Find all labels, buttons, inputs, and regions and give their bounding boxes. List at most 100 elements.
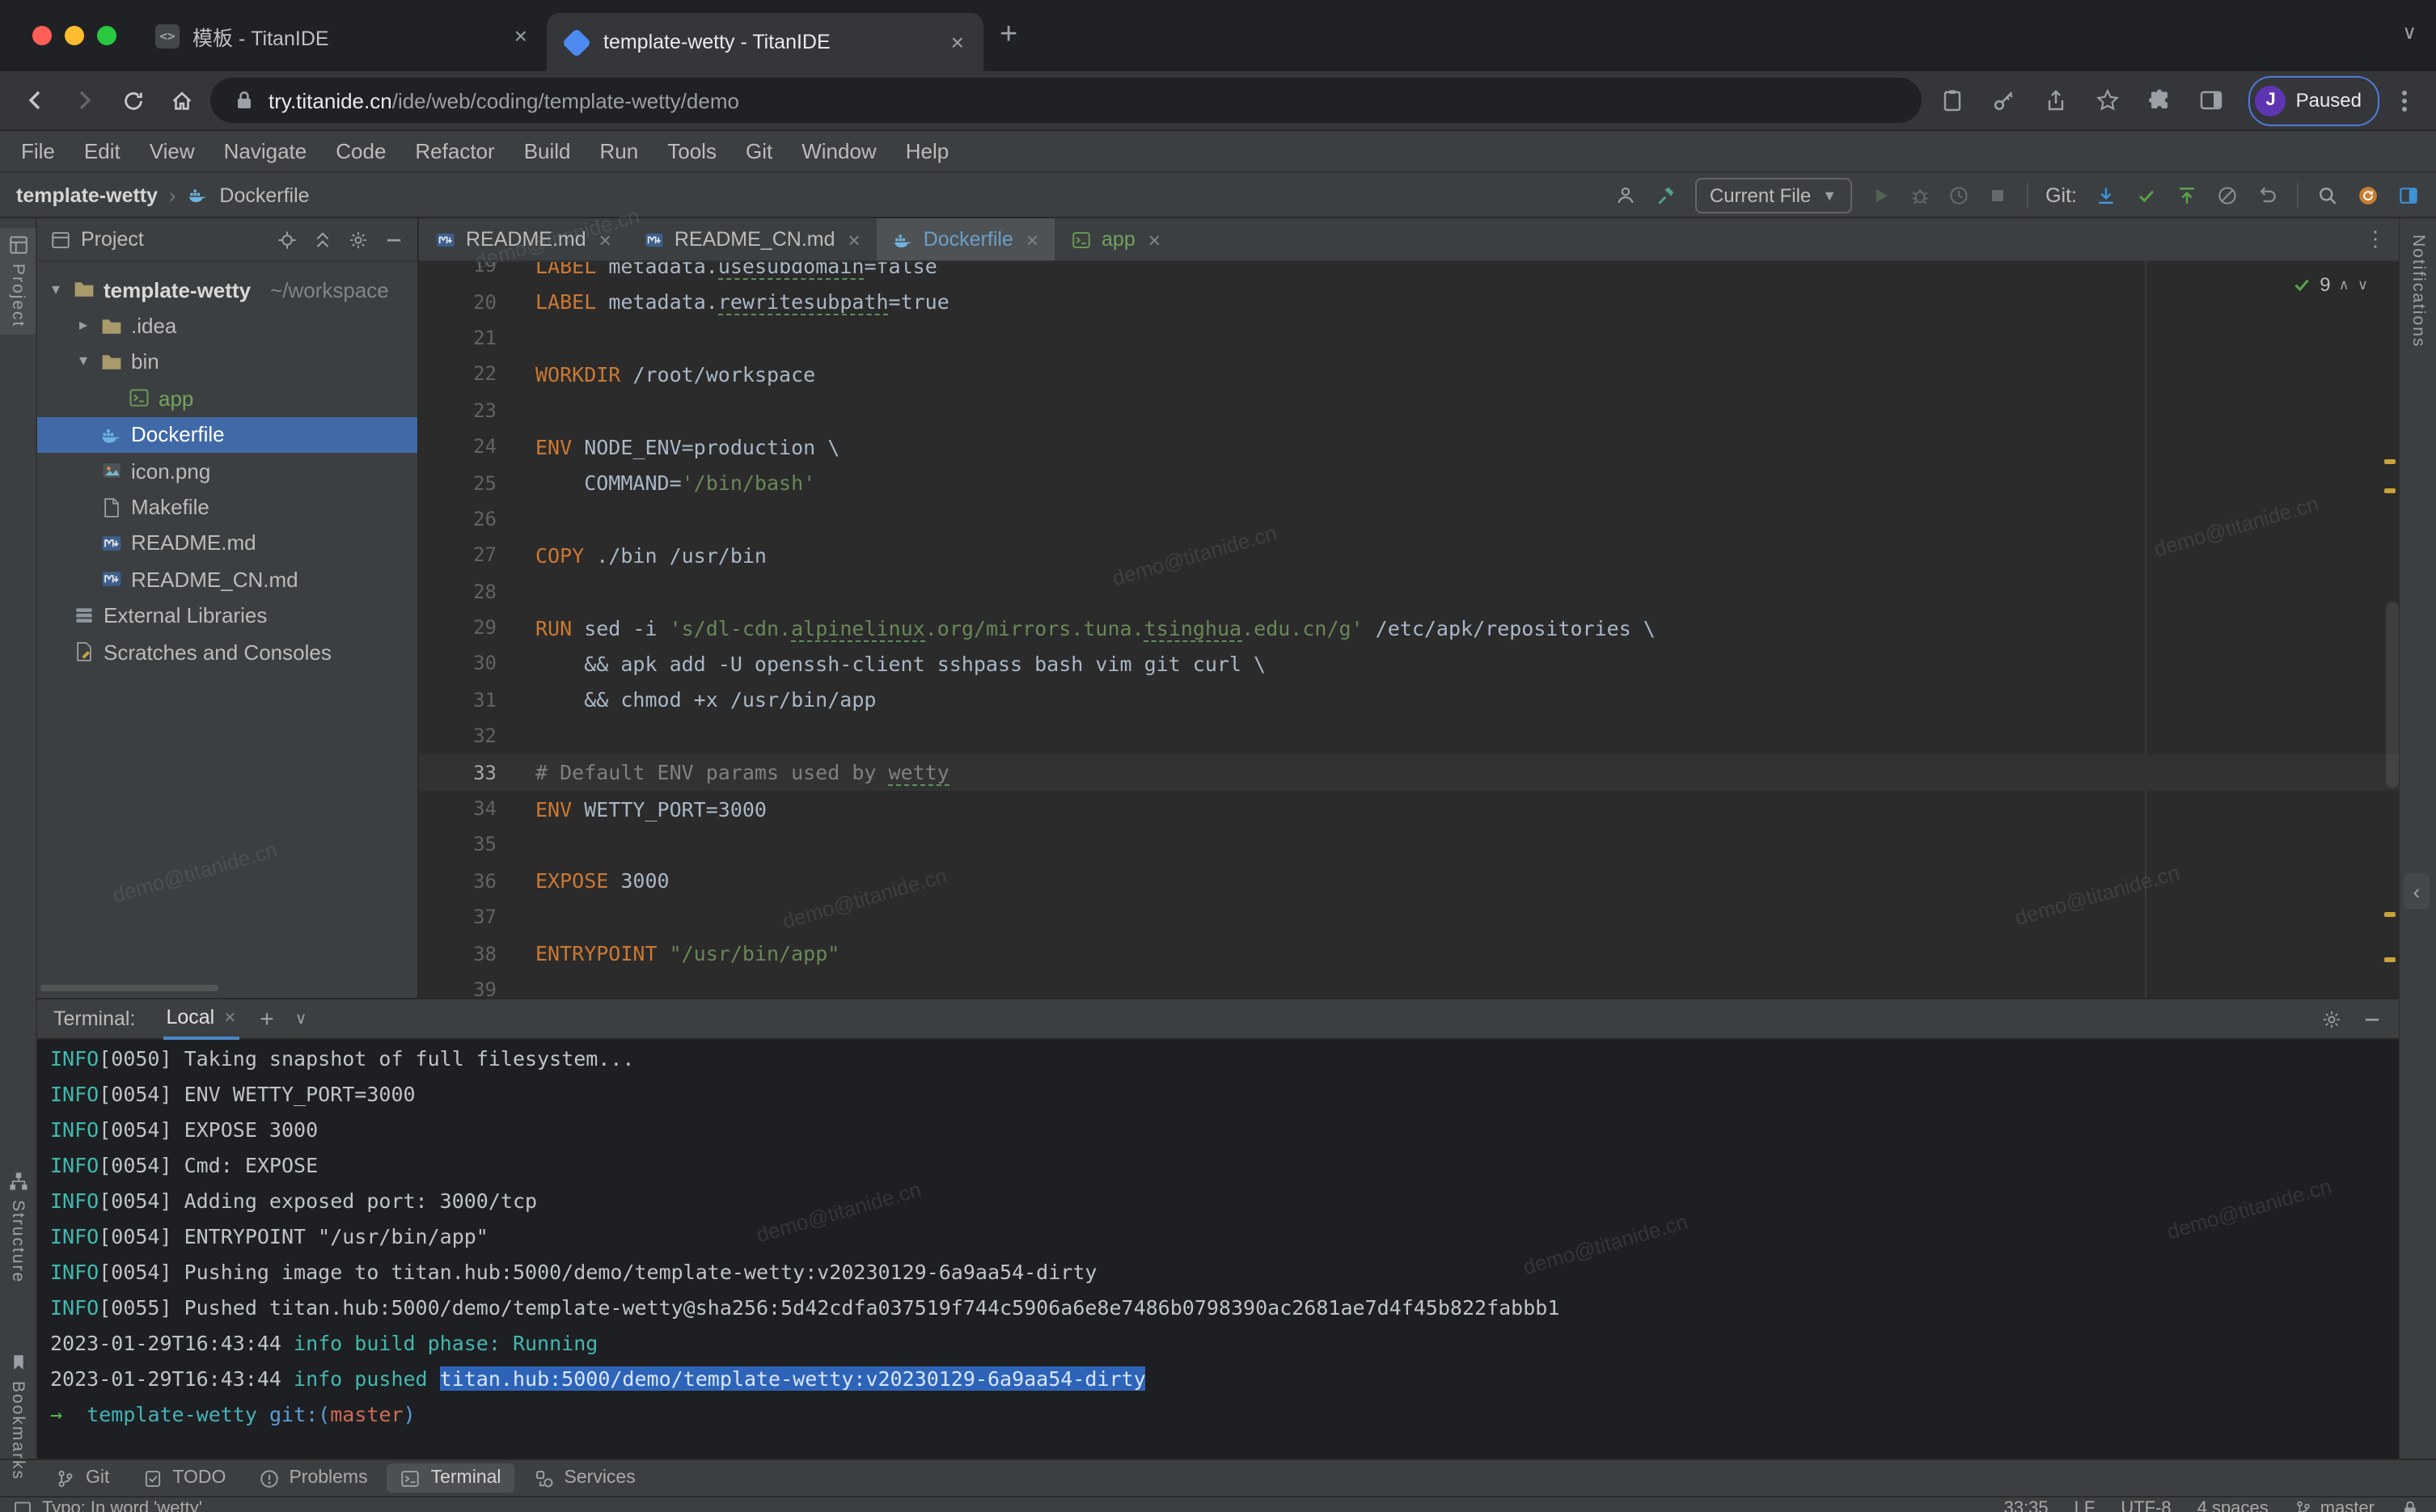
tool-stripe-notifications[interactable]: Notifications bbox=[2400, 228, 2436, 354]
editor-line-33[interactable]: 33# Default ENV params used by wetty bbox=[419, 754, 2399, 791]
tree-item-bin[interactable]: ▾bin bbox=[37, 344, 417, 381]
tree-item-app[interactable]: app bbox=[37, 380, 417, 416]
git-commit-check-icon[interactable] bbox=[2135, 184, 2158, 206]
status-message[interactable]: Typo: In word 'wetty' bbox=[13, 1499, 202, 1512]
close-terminal-tab-icon[interactable]: × bbox=[224, 1007, 235, 1029]
editor-line-39[interactable]: 39 bbox=[419, 972, 2399, 999]
locate-file-icon[interactable] bbox=[277, 229, 298, 250]
editor-tab-dockerfile[interactable]: Dockerfile× bbox=[877, 218, 1055, 260]
hide-stripe-arrow-icon[interactable]: ‹ bbox=[2404, 873, 2430, 909]
minimize-panel-icon[interactable] bbox=[2362, 1009, 2383, 1030]
sync-status-icon[interactable] bbox=[2357, 184, 2379, 206]
editor-line-34[interactable]: 34ENV WETTY_PORT=3000 bbox=[419, 791, 2399, 827]
home-button[interactable] bbox=[162, 81, 201, 120]
tabs-options-icon[interactable]: ⋮ bbox=[2365, 226, 2386, 252]
zoom-window-button[interactable] bbox=[97, 26, 116, 45]
editor-line-35[interactable]: 35 bbox=[419, 827, 2399, 864]
close-tab-icon[interactable]: × bbox=[599, 227, 611, 251]
editor-line-30[interactable]: 30 && apk add -U openssh-client sshpass … bbox=[419, 646, 2399, 682]
forward-button[interactable] bbox=[65, 81, 104, 120]
browser-menu-icon[interactable] bbox=[2389, 90, 2420, 111]
editor-line-26[interactable]: 26 bbox=[419, 500, 2399, 537]
editor-line-27[interactable]: 27COPY ./bin /usr/bin bbox=[419, 537, 2399, 573]
tool-stripe-project[interactable]: Project bbox=[0, 228, 36, 334]
menu-build[interactable]: Build bbox=[510, 139, 586, 163]
menu-edit[interactable]: Edit bbox=[70, 139, 135, 163]
breadcrumb-project[interactable]: template-wetty bbox=[16, 184, 158, 206]
chevron-right-icon[interactable]: ▸ bbox=[74, 317, 92, 335]
editor-line-32[interactable]: 32 bbox=[419, 718, 2399, 754]
close-tab-icon[interactable]: × bbox=[1026, 227, 1038, 251]
editor-scrollbar[interactable] bbox=[2386, 602, 2399, 788]
editor-content[interactable]: 19LABEL metadata.usesubdomain=false20LAB… bbox=[419, 262, 2399, 999]
run-configuration-select[interactable]: Current File ▼ bbox=[1695, 177, 1851, 213]
file-encoding[interactable]: UTF-8 bbox=[2121, 1499, 2171, 1512]
error-stripe-mark[interactable] bbox=[2384, 912, 2396, 917]
hide-panel-icon[interactable] bbox=[383, 229, 404, 250]
menu-file[interactable]: File bbox=[6, 139, 70, 163]
tree-item-makefile[interactable]: Makefile bbox=[37, 489, 417, 526]
editor-line-36[interactable]: 36EXPOSE 3000 bbox=[419, 863, 2399, 899]
menu-code[interactable]: Code bbox=[321, 139, 400, 163]
extensions-puzzle-icon[interactable] bbox=[2139, 79, 2181, 121]
chevron-down-icon[interactable]: ▾ bbox=[74, 353, 92, 371]
search-everywhere-icon[interactable] bbox=[2316, 184, 2339, 206]
close-tab-icon[interactable]: × bbox=[848, 227, 861, 251]
inspections-widget[interactable]: 9 ∧ ∨ bbox=[2284, 272, 2376, 298]
editor-line-31[interactable]: 31 && chmod +x /usr/bin/app bbox=[419, 682, 2399, 718]
editor-line-25[interactable]: 25 COMMAND='/bin/bash' bbox=[419, 465, 2399, 501]
menu-help[interactable]: Help bbox=[891, 139, 964, 163]
close-tab-icon[interactable]: × bbox=[511, 23, 531, 49]
line-separator[interactable]: LF bbox=[2074, 1499, 2096, 1512]
https-lock-icon[interactable] bbox=[233, 89, 256, 112]
refresh-button[interactable] bbox=[113, 81, 152, 120]
error-stripe-mark[interactable] bbox=[2384, 488, 2396, 493]
toolwindow-button-problems[interactable]: Problems bbox=[245, 1463, 380, 1493]
layout-panel-icon[interactable] bbox=[2397, 184, 2420, 206]
next-problem-icon[interactable]: ∨ bbox=[2358, 276, 2368, 294]
undo-icon[interactable] bbox=[2256, 184, 2279, 206]
git-push-icon[interactable] bbox=[2176, 184, 2198, 206]
toolwindow-button-todo[interactable]: TODO bbox=[129, 1463, 239, 1493]
editor-line-37[interactable]: 37 bbox=[419, 899, 2399, 935]
minimize-window-button[interactable] bbox=[65, 26, 84, 45]
tree-item-icon-png[interactable]: icon.png bbox=[37, 453, 417, 489]
close-tab-icon[interactable]: × bbox=[1148, 227, 1161, 251]
menu-refactor[interactable]: Refactor bbox=[400, 139, 509, 163]
build-hammer-icon[interactable] bbox=[1655, 184, 1677, 206]
toolwindow-button-git[interactable]: Git bbox=[42, 1463, 122, 1493]
tool-stripe-structure[interactable]: Structure bbox=[0, 1164, 36, 1290]
git-history-icon[interactable] bbox=[2216, 184, 2239, 206]
editor-tab-readme-cn-md[interactable]: README_CN.md× bbox=[628, 218, 877, 260]
menu-tools[interactable]: Tools bbox=[653, 139, 731, 163]
tree-item-dockerfile[interactable]: Dockerfile bbox=[37, 416, 417, 453]
run-icon[interactable] bbox=[1869, 184, 1892, 206]
browser-tab-active[interactable]: template-wetty - TitanIDE × bbox=[547, 13, 983, 71]
terminal-sessions-chevron-icon[interactable]: ∨ bbox=[295, 1011, 307, 1028]
bookmark-star-icon[interactable] bbox=[2087, 79, 2129, 121]
profiler-icon[interactable] bbox=[1947, 184, 1969, 206]
back-button[interactable] bbox=[16, 81, 55, 120]
git-branch-widget[interactable]: master bbox=[2294, 1499, 2375, 1512]
side-panel-icon[interactable] bbox=[2191, 79, 2233, 121]
close-tab-icon[interactable]: × bbox=[948, 29, 967, 55]
terminal-tab-local[interactable]: Local × bbox=[163, 999, 239, 1041]
address-bar[interactable]: try.titanide.cn/ide/web/coding/template-… bbox=[210, 78, 1922, 123]
editor-tab-readme-md[interactable]: README.md× bbox=[419, 218, 628, 260]
collapse-all-icon[interactable] bbox=[312, 229, 333, 250]
toolwindow-button-terminal[interactable]: Terminal bbox=[387, 1463, 514, 1493]
editor-line-21[interactable]: 21 bbox=[419, 320, 2399, 357]
profile-paused-button[interactable]: J Paused bbox=[2249, 75, 2379, 125]
tab-search-chevron-icon[interactable]: ∨ bbox=[2402, 21, 2417, 44]
close-window-button[interactable] bbox=[32, 26, 52, 45]
editor-line-23[interactable]: 23 bbox=[419, 392, 2399, 429]
editor-line-24[interactable]: 24ENV NODE_ENV=production \ bbox=[419, 429, 2399, 465]
tree-item-external-libraries[interactable]: External Libraries bbox=[37, 598, 417, 634]
stop-icon[interactable] bbox=[1986, 184, 2008, 206]
chevron-down-icon[interactable]: ▾ bbox=[47, 281, 65, 298]
browser-tab-inactive[interactable]: <> 模板 - TitanIDE × bbox=[139, 0, 547, 71]
debug-bug-icon[interactable] bbox=[1908, 184, 1931, 206]
error-stripe-mark[interactable] bbox=[2384, 459, 2396, 464]
git-update-icon[interactable] bbox=[2095, 184, 2117, 206]
menu-view[interactable]: View bbox=[135, 139, 209, 163]
